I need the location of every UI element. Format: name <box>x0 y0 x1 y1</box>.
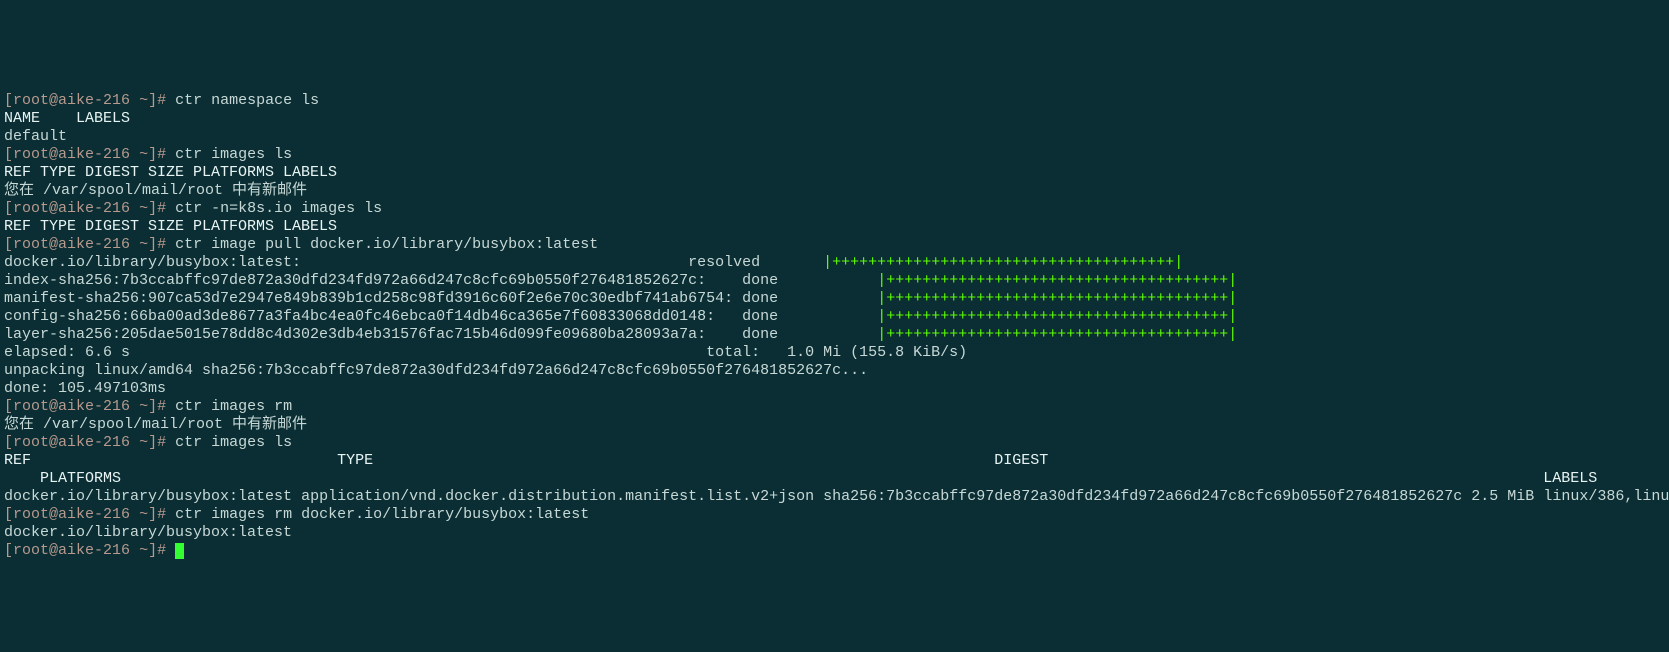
prompt-line: [root@aike-216 ~]# ctr images rm <box>4 398 292 415</box>
progress-bar: |++++++++++++++++++++++++++++++++++++++| <box>823 254 1183 271</box>
output-line: default <box>4 128 67 145</box>
pull-layer: layer-sha256:205dae5015e78dd8c4d302e3db4… <box>4 326 1237 343</box>
col-type: TYPE <box>337 452 373 469</box>
pull-manifest: manifest-sha256:907ca53d7e2947e849b839b1… <box>4 290 1237 307</box>
output-header: REF TYPE DIGEST SIZE PLATFORMS LABELS <box>4 218 337 235</box>
output-header: REF TYPE DIGEST SIZE PLATFORMS LABELS <box>4 164 337 181</box>
prompt-user: root <box>13 92 49 109</box>
cell-platforms: linux/386,linux/amd64,linux/arm/v5,linux… <box>1543 488 1669 505</box>
cell-digest: sha256:7b3ccabffc97de872a30dfd234fd972a6… <box>823 488 1462 505</box>
command: ctr images ls <box>175 434 292 451</box>
prompt-open: [ <box>4 92 13 109</box>
pull-index: index-sha256:7b3ccabffc97de872a30dfd234f… <box>4 272 1237 289</box>
output-line: docker.io/library/busybox:latest <box>4 524 292 541</box>
cell-size: 2.5 MiB <box>1471 488 1534 505</box>
prompt-path: ~ <box>139 92 148 109</box>
prompt-at: @ <box>49 92 58 109</box>
col-digest: DIGEST <box>994 452 1048 469</box>
pull-done: done: 105.497103ms <box>4 380 166 397</box>
prompt-line: [root@aike-216 ~]# <box>4 542 184 559</box>
mail-notice: 您在 /var/spool/mail/root 中有新邮件 <box>4 416 307 433</box>
table-header: REF TYPE DIGEST <box>4 452 1669 487</box>
mail-notice: 您在 /var/spool/mail/root 中有新邮件 <box>4 182 307 199</box>
command: ctr images ls <box>175 146 292 163</box>
cell-type: application/vnd.docker.distribution.mani… <box>301 488 814 505</box>
col-labels: LABELS <box>1543 470 1597 487</box>
command: ctr image pull docker.io/library/busybox… <box>175 236 598 253</box>
pull-unpacking: unpacking linux/amd64 sha256:7b3ccabffc9… <box>4 362 868 379</box>
col-ref: REF <box>4 452 31 469</box>
output-header: NAME LABELS <box>4 110 130 127</box>
progress-bar: |++++++++++++++++++++++++++++++++++++++| <box>877 272 1237 289</box>
pull-elapsed: elapsed: 6.6 s total: 1.0 Mi (155.8 KiB/… <box>4 344 967 361</box>
terminal[interactable]: [root@aike-216 ~]# ctr namespace ls NAME… <box>0 72 1669 562</box>
cursor-icon <box>175 543 184 559</box>
prompt-line: [root@aike-216 ~]# ctr image pull docker… <box>4 236 598 253</box>
progress-bar: |++++++++++++++++++++++++++++++++++++++| <box>877 326 1237 343</box>
command: ctr namespace ls <box>175 92 319 109</box>
command: ctr images rm docker.io/library/busybox:… <box>175 506 589 523</box>
prompt-line: [root@aike-216 ~]# ctr images rm docker.… <box>4 506 589 523</box>
pull-resolved: docker.io/library/busybox:latest: resolv… <box>4 254 1183 271</box>
prompt-host: aike-216 <box>58 92 130 109</box>
prompt-line: [root@aike-216 ~]# ctr images ls <box>4 146 292 163</box>
command: ctr -n=k8s.io images ls <box>175 200 382 217</box>
prompt-line: [root@aike-216 ~]# ctr -n=k8s.io images … <box>4 200 382 217</box>
prompt-close: ]# <box>148 92 166 109</box>
progress-bar: |++++++++++++++++++++++++++++++++++++++| <box>877 308 1237 325</box>
cell-ref: docker.io/library/busybox:latest <box>4 488 292 505</box>
progress-bar: |++++++++++++++++++++++++++++++++++++++| <box>877 290 1237 307</box>
prompt-line: [root@aike-216 ~]# ctr namespace ls <box>4 92 319 109</box>
command: ctr images rm <box>175 398 292 415</box>
prompt-line: [root@aike-216 ~]# ctr images ls <box>4 434 292 451</box>
table-row: docker.io/library/busybox:latest applica… <box>4 488 1669 505</box>
col-platforms: PLATFORMS <box>40 470 121 487</box>
pull-config: config-sha256:66ba00ad3de8677a3fa4bc4ea0… <box>4 308 1237 325</box>
